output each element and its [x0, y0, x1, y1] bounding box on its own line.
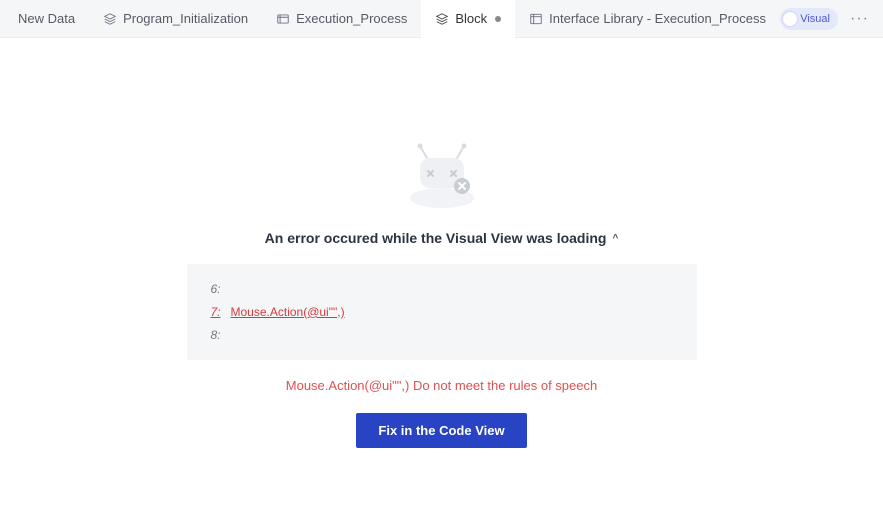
tab-tools: Visual ··· [780, 8, 881, 30]
tab-label: New Data [18, 11, 75, 26]
line-number: 8: [207, 324, 221, 347]
process-icon [276, 12, 290, 26]
tab-program-initialization[interactable]: Program_Initialization [89, 0, 262, 38]
line-code: Mouse.Action(@ui"",) [231, 301, 345, 324]
stack-icon [103, 12, 117, 26]
toggle-label: Visual [800, 13, 836, 25]
tab-label: Execution_Process [296, 11, 407, 26]
tab-block[interactable]: Block [421, 0, 515, 38]
tab-label: Block [455, 11, 487, 26]
tab-label: Interface Library - Execution_Process [549, 11, 766, 26]
error-panel: An error occured while the Visual View w… [0, 38, 883, 448]
line-number: 6: [207, 278, 221, 301]
error-code-box: 6: 7: Mouse.Action(@ui"",) 8: [187, 264, 697, 360]
error-robot-icon [392, 138, 492, 218]
error-detail-message: Mouse.Action(@ui"",) Do not meet the rul… [286, 378, 597, 393]
fix-in-code-view-button[interactable]: Fix in the Code View [356, 413, 526, 448]
more-menu-button[interactable]: ··· [846, 10, 873, 28]
tab-new-data[interactable]: New Data [4, 0, 89, 38]
code-line-error[interactable]: 7: Mouse.Action(@ui"",) [207, 301, 677, 324]
code-line: 6: [207, 278, 677, 301]
toggle-knob-icon [783, 12, 797, 26]
error-title[interactable]: An error occured while the Visual View w… [265, 230, 619, 246]
collapse-caret-icon: ^ [612, 233, 618, 244]
tab-label: Program_Initialization [123, 11, 248, 26]
line-number: 7: [207, 301, 221, 324]
stack-icon [435, 12, 449, 26]
view-mode-toggle[interactable]: Visual [780, 8, 838, 30]
tab-interface-library[interactable]: Interface Library - Execution_Process [515, 0, 780, 38]
dirty-indicator-icon [495, 16, 501, 22]
tab-bar: New Data Program_Initialization Executio… [0, 0, 883, 38]
tab-execution-process[interactable]: Execution_Process [262, 0, 421, 38]
error-title-text: An error occured while the Visual View w… [265, 230, 607, 246]
library-icon [529, 12, 543, 26]
code-line: 8: [207, 324, 677, 347]
